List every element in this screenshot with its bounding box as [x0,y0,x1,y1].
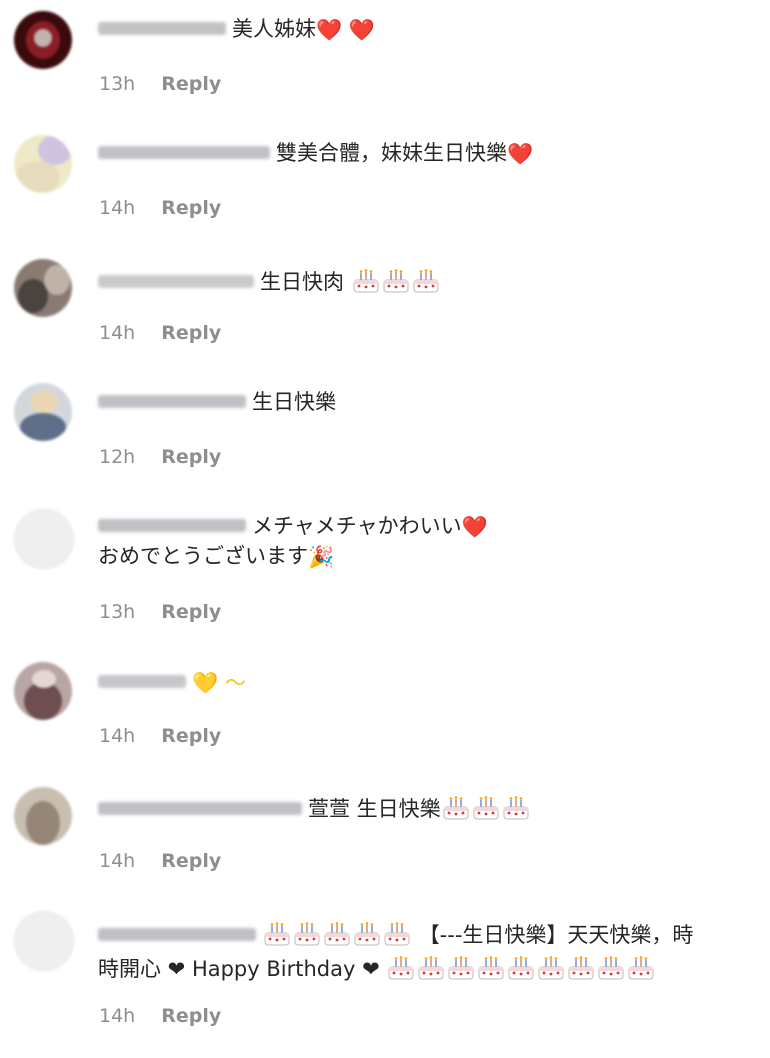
cake-icon [352,268,380,294]
comment-body: 美人姊妹❤️ ❤️ [98,14,762,44]
comment-meta: 13h Reply [99,73,221,95]
comment-meta: 14h Reply [99,1005,221,1027]
heart-emoji-icon: ❤️ [507,142,534,166]
comment-text: 生日快肉 [260,270,344,294]
comment-text-line2: おめでとうございます [98,544,308,568]
cake-icon [417,955,445,981]
cake-icon [567,955,595,981]
cake-emoji-group [351,268,441,294]
cake-icon [387,955,415,981]
username[interactable] [98,801,302,815]
cake-icon [323,921,351,947]
heart-emoji-icon: ❤️ ❤️ [316,18,375,42]
comment-meta: 14h Reply [99,322,221,344]
cake-icon [442,795,470,821]
reply-button[interactable]: Reply [161,1005,221,1027]
cake-icon [412,268,440,294]
heart-emoji-icon: ❤️ [461,515,488,539]
cake-icon [472,795,500,821]
cake-emoji-group [386,955,656,981]
reply-button[interactable]: Reply [161,446,221,468]
comment-body: メチャメチャかわいい❤️ おめでとうございます🎉 [98,511,762,571]
comment-meta: 14h Reply [99,850,221,872]
comment-text: 【---生日快樂】天天快樂，時 [418,923,694,947]
cake-icon [447,955,475,981]
reply-button[interactable]: Reply [161,197,221,219]
comment-body: 雙美合體，妹妹生日快樂❤️ [98,138,762,168]
comment-body: 【---生日快樂】天天快樂，時 時開心 ❤ Happy Birthday ❤ [98,916,762,984]
yellow-heart-emoji-icon: 💛 ～ [192,671,246,695]
comment-body: 💛 ～ [98,667,762,697]
comment-text: 美人姊妹 [232,17,316,41]
cake-icon [293,921,321,947]
reply-button[interactable]: Reply [161,725,221,747]
comment-text: メチャメチャかわいい [252,514,462,538]
comment-text: 萱萱 生日快樂 [308,797,441,821]
avatar[interactable] [14,662,72,720]
reply-button[interactable]: Reply [161,601,221,623]
cake-emoji-group [441,795,531,821]
username[interactable] [98,674,186,688]
comment-text: 雙美合體，妹妹生日快樂 [276,141,507,165]
avatar[interactable] [14,911,74,971]
username[interactable] [98,145,270,159]
reply-button[interactable]: Reply [161,73,221,95]
comment-body: 萱萱 生日快樂 [98,790,762,824]
comment-meta: 12h Reply [99,446,221,468]
cake-icon [627,955,655,981]
timestamp: 13h [99,601,136,623]
username[interactable] [98,274,254,288]
comment-text-line2: 時開心 ❤ Happy Birthday ❤ [98,957,380,981]
timestamp: 12h [99,446,136,468]
cake-icon [477,955,505,981]
username[interactable] [98,21,226,35]
cake-icon [597,955,625,981]
cake-icon [382,268,410,294]
cake-icon [502,795,530,821]
username[interactable] [98,927,256,941]
comment-body: 生日快樂 [98,387,762,417]
cake-icon [353,921,381,947]
avatar[interactable] [14,11,72,69]
timestamp: 14h [99,725,136,747]
timestamp: 14h [99,850,136,872]
avatar[interactable] [14,383,72,441]
comment-body: 生日快肉 [98,263,762,297]
avatar[interactable] [14,787,72,845]
reply-button[interactable]: Reply [161,322,221,344]
party-popper-icon: 🎉 [308,545,335,569]
username[interactable] [98,518,246,532]
cake-emoji-group [262,921,412,947]
cake-icon [507,955,535,981]
cake-icon [537,955,565,981]
comment-meta: 13h Reply [99,601,221,623]
avatar[interactable] [14,259,72,317]
timestamp: 14h [99,322,136,344]
timestamp: 14h [99,1005,136,1027]
cake-icon [263,921,291,947]
comment-meta: 14h Reply [99,725,221,747]
avatar[interactable] [14,509,74,569]
cake-icon [383,921,411,947]
username[interactable] [98,394,246,408]
avatar[interactable] [14,135,72,193]
timestamp: 14h [99,197,136,219]
timestamp: 13h [99,73,136,95]
comment-meta: 14h Reply [99,197,221,219]
reply-button[interactable]: Reply [161,850,221,872]
comment-text: 生日快樂 [252,390,336,414]
